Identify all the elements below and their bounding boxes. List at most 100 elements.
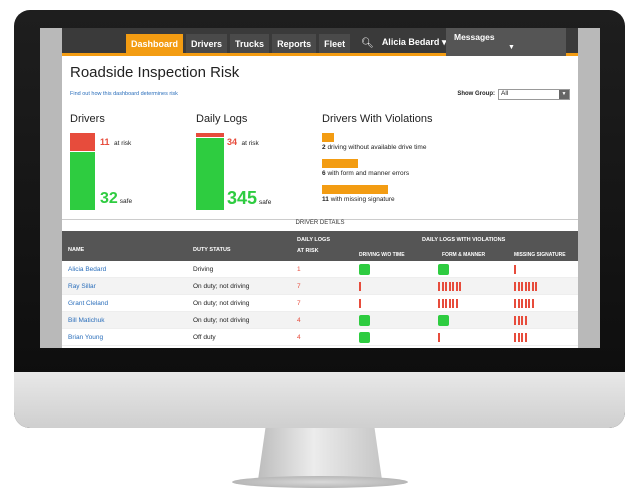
- violation-text: 6 with form and manner errors: [322, 170, 409, 177]
- logs-at-risk-value: 4: [297, 317, 301, 324]
- table-row[interactable]: Alicia Bedard Driving 1: [62, 261, 578, 278]
- monitor-stand: [258, 428, 382, 480]
- daily-logs-heading: Daily Logs: [196, 113, 248, 125]
- violation-tick: [517, 299, 520, 308]
- violation-ticks: [514, 332, 527, 343]
- violation-tick: [441, 282, 444, 291]
- violation-tick: [514, 299, 516, 308]
- right-gutter: [578, 28, 600, 348]
- violation-bar: [322, 185, 388, 194]
- table-row[interactable]: Bill Matichuk On duty; not driving 4: [62, 312, 578, 329]
- violation-tick: [517, 333, 520, 342]
- violation-ticks: [514, 298, 534, 309]
- violation-ticks: [514, 281, 537, 292]
- monitor-base: [232, 476, 408, 488]
- violation-text: 2 driving without available drive time: [322, 144, 426, 151]
- violation-ticks: [438, 332, 440, 343]
- violation-tick: [514, 316, 516, 325]
- app-window: Dashboard Drivers Trucks Reports Fleet 🔍…: [62, 28, 578, 348]
- drivers-heading: Drivers: [70, 113, 105, 125]
- driver-details-caption: DRIVER DETAILS: [62, 219, 578, 231]
- violation-tick: [445, 282, 447, 291]
- help-link[interactable]: Find out how this dashboard determines r…: [70, 91, 178, 97]
- ok-box: [438, 264, 449, 275]
- violation-ticks: [438, 298, 458, 309]
- violation-tick: [448, 299, 451, 308]
- violations-heading: Drivers With Violations: [322, 113, 433, 125]
- violation-tick: [438, 299, 440, 308]
- duty-status: Driving: [193, 266, 214, 273]
- col-form-manner[interactable]: FORM & MANNER: [442, 252, 485, 258]
- violation-tick: [514, 282, 516, 291]
- col-name[interactable]: NAME: [68, 247, 84, 253]
- driver-name-link[interactable]: Alicia Bedard: [68, 266, 106, 273]
- violation-count: 2: [322, 144, 326, 151]
- ok-indicator: [359, 315, 370, 326]
- chevron-down-icon: ▼: [508, 44, 515, 51]
- logs-at-risk-label: at risk: [241, 140, 259, 147]
- ok-box: [359, 264, 370, 275]
- violation-tick: [455, 282, 458, 291]
- driver-name-link[interactable]: Grant Cleland: [68, 300, 108, 307]
- col-missing-signature[interactable]: MISSING SIGNATURE: [514, 252, 566, 258]
- logs-at-risk-value: 4: [297, 334, 301, 341]
- tab-fleet[interactable]: Fleet: [319, 34, 351, 53]
- ok-indicator: [438, 315, 449, 326]
- page-title: Roadside Inspection Risk: [70, 64, 240, 81]
- ok-indicator: [359, 332, 370, 343]
- tab-drivers[interactable]: Drivers: [186, 34, 228, 53]
- logs-at-risk-value: 7: [297, 300, 301, 307]
- drivers-at-risk-label: at risk: [113, 140, 132, 147]
- ok-box: [359, 315, 370, 326]
- drivers-safe-bar: [70, 152, 95, 210]
- col-daily-logs[interactable]: DAILY LOGS: [297, 237, 330, 243]
- col-driving[interactable]: DRIVING W/O TIME: [359, 252, 405, 258]
- violation-tick: [521, 282, 523, 291]
- violation-tick: [514, 265, 516, 274]
- group-select[interactable]: All ▼: [498, 88, 570, 100]
- drivers-at-risk: 11 at risk: [100, 132, 131, 150]
- col-daily-logs-sub: AT RISK: [297, 248, 319, 254]
- ok-box: [359, 332, 370, 343]
- violation-bar: [322, 133, 334, 142]
- tab-reports[interactable]: Reports: [272, 34, 317, 53]
- col-duty-status[interactable]: DUTY STATUS: [193, 247, 231, 253]
- violation-ticks: [359, 281, 361, 292]
- violation-tick: [455, 299, 458, 308]
- messages-button[interactable]: Messages ▼: [446, 28, 566, 56]
- violation-tick: [528, 299, 530, 308]
- user-menu[interactable]: Alicia Bedard ▾: [382, 37, 447, 53]
- col-violations-group: DAILY LOGS WITH VIOLATIONS: [422, 237, 506, 243]
- violation-label: with form and manner errors: [327, 170, 410, 177]
- group-select-value: All: [501, 89, 509, 97]
- ok-indicator: [438, 264, 449, 275]
- driver-name-link[interactable]: Ray Sillar: [68, 283, 96, 290]
- table-row[interactable]: Brian Young Off duty 4: [62, 329, 578, 346]
- violation-ticks: [438, 281, 461, 292]
- violation-count: 11: [322, 196, 329, 203]
- violation-tick: [521, 333, 523, 342]
- logs-at-risk: 34 at risk: [227, 132, 259, 150]
- tab-dashboard[interactable]: Dashboard: [126, 34, 184, 53]
- table-row[interactable]: Grant Cleland On duty; not driving 7: [62, 295, 578, 312]
- drivers-safe: 32 safe: [100, 190, 132, 208]
- violation-tick: [528, 282, 530, 291]
- driver-name-link[interactable]: Bill Matichuk: [68, 317, 104, 324]
- violation-bar: [322, 159, 358, 168]
- violation-tick: [517, 282, 520, 291]
- table-row[interactable]: Ray Sillar On duty; not driving 7: [62, 278, 578, 295]
- left-gutter: [40, 28, 62, 348]
- violation-tick: [531, 299, 534, 308]
- duty-status: On duty; not driving: [193, 283, 250, 290]
- drivers-risk-bar: [70, 133, 95, 151]
- violation-tick: [438, 282, 440, 291]
- search-icon[interactable]: 🔍︎: [353, 38, 382, 53]
- tab-trucks[interactable]: Trucks: [230, 34, 270, 53]
- violation-tick: [445, 299, 447, 308]
- logs-at-risk-count: 34: [227, 137, 238, 147]
- violation-tick: [452, 282, 454, 291]
- logs-safe-label: safe: [259, 199, 272, 206]
- violation-tick: [531, 282, 534, 291]
- ok-indicator: [359, 264, 370, 275]
- driver-name-link[interactable]: Brian Young: [68, 334, 103, 341]
